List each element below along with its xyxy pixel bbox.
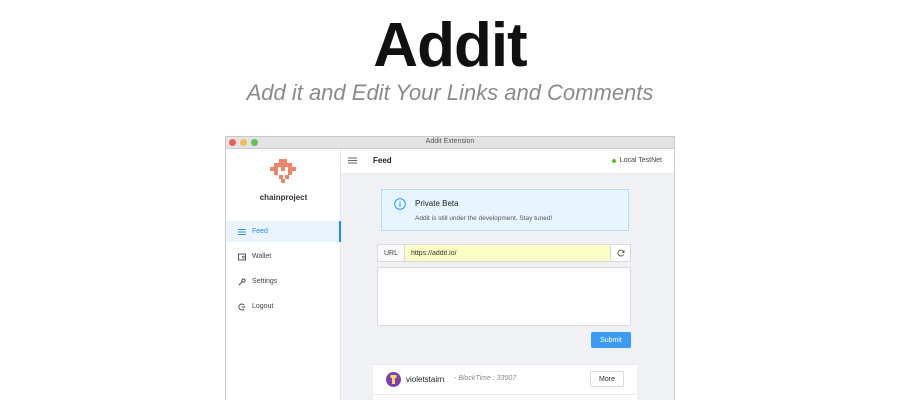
alert-title: Private Beta — [415, 199, 459, 208]
submit-button[interactable]: Submit — [591, 332, 631, 348]
list-icon — [238, 228, 246, 236]
sidebar-item-label: Feed — [252, 228, 268, 235]
header: Feed Local TestNet — [341, 149, 674, 174]
sidebar-item-label: Settings — [252, 278, 278, 285]
refresh-button[interactable] — [610, 245, 630, 261]
alert-body: Addit is still under the development. St… — [415, 215, 553, 222]
menu-icon[interactable] — [348, 156, 357, 165]
feed-author[interactable]: violetstairn — [406, 375, 444, 384]
info-icon — [394, 198, 406, 210]
logout-icon — [238, 303, 246, 311]
comment-textarea[interactable] — [377, 267, 631, 326]
window-title: Addit Extension — [425, 138, 475, 145]
hero-subtitle: Add it and Edit Your Links and Comments — [246, 80, 654, 105]
status-dot-icon — [611, 158, 616, 163]
url-field-group: URL — [377, 244, 631, 262]
sidebar-item-wallet[interactable]: Wallet — [226, 246, 341, 267]
url-label: URL — [378, 245, 405, 261]
window-titlebar: Addit Extension — [226, 137, 674, 149]
feed-blocktime: - BlockTime : 33907 — [454, 375, 517, 382]
wrench-icon — [238, 277, 246, 286]
app-window: Addit Extension chainproject Feed Wallet… — [225, 136, 675, 400]
info-alert: Private Beta Addit is still under the de… — [381, 189, 629, 231]
addit-logo-icon — [270, 159, 296, 183]
refresh-icon — [616, 249, 624, 257]
network-label: Local TestNet — [619, 157, 662, 164]
network-status: Local TestNet — [611, 157, 662, 164]
page-title: Feed — [373, 156, 392, 165]
sidebar-item-label: Logout — [252, 303, 274, 310]
more-button[interactable]: More — [590, 371, 624, 387]
sidebar: chainproject Feed Wallet Settings Logout — [226, 149, 341, 400]
sidebar-item-settings[interactable]: Settings — [226, 271, 341, 292]
wallet-icon — [238, 253, 246, 261]
hero-title: Addit — [373, 11, 527, 80]
url-input[interactable] — [405, 245, 611, 261]
sidebar-item-logout[interactable]: Logout — [226, 296, 341, 317]
sidebar-item-feed[interactable]: Feed — [226, 221, 341, 242]
feed-item-header: violetstairn - BlockTime : 33907 More — [373, 365, 637, 395]
project-name: chainproject — [259, 193, 308, 202]
avatar — [386, 372, 401, 387]
sidebar-item-label: Wallet — [252, 253, 272, 260]
feed-item: violetstairn - BlockTime : 33907 More — [373, 364, 637, 400]
